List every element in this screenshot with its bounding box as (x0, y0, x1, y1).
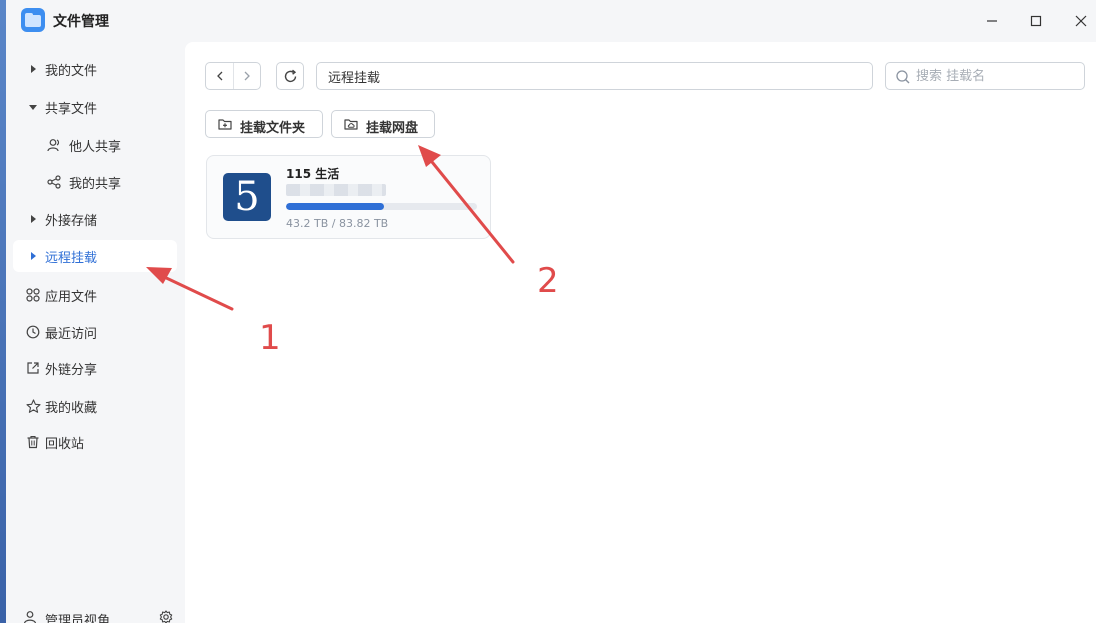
annotation-label-2: 2 (537, 261, 559, 301)
sidebar-item-label: 远程挂载 (45, 250, 98, 266)
app-title: 文件管理 (53, 14, 109, 30)
caret-down-icon (25, 99, 41, 115)
share-icon (46, 174, 62, 190)
sidebar-item-label: 他人共享 (69, 139, 122, 155)
search-icon (895, 69, 911, 85)
sidebar-item-favorites[interactable]: 我的收藏 (13, 390, 177, 422)
sidebar-item-external-storage[interactable]: 外接存储 (13, 203, 177, 235)
sidebar-item-remote-mount[interactable]: 远程挂载 (13, 240, 177, 272)
sidebar-item-link-share[interactable]: 外链分享 (13, 352, 177, 384)
chevron-right-icon (244, 71, 250, 81)
external-link-icon (25, 360, 41, 376)
chevron-left-icon (216, 71, 222, 81)
sidebar-footer: 管理员视角 (13, 605, 177, 623)
sidebar-item-label: 外链分享 (45, 362, 98, 378)
minimize-button[interactable] (977, 6, 1007, 36)
sidebar-item-label: 外接存储 (45, 213, 98, 229)
title-bar: 文件管理 (6, 0, 1096, 42)
sidebar-item-label: 共享文件 (45, 101, 98, 117)
sidebar-item-shared-with-me[interactable]: 他人共享 (13, 129, 177, 161)
folder-cloud-icon (344, 117, 358, 131)
sidebar-item-shared-files[interactable]: 共享文件 (13, 91, 177, 123)
sidebar-item-label: 应用文件 (45, 289, 98, 305)
admin-user-icon (23, 610, 37, 623)
maximize-icon (1030, 15, 1042, 27)
sidebar-item-label: 回收站 (45, 436, 85, 452)
close-icon (1075, 15, 1087, 27)
redacted-account (286, 184, 386, 196)
search-input[interactable] (916, 66, 1076, 86)
mount-name: 115 生活 (286, 167, 340, 181)
folder-app-icon (21, 8, 45, 32)
search-box (885, 62, 1085, 90)
sidebar-item-my-shares[interactable]: 我的共享 (13, 166, 177, 198)
sidebar-item-label: 最近访问 (45, 326, 98, 342)
minimize-icon (987, 20, 997, 22)
sidebar-item-label: 我的共享 (69, 176, 122, 192)
main-panel: 远程挂载 挂载文件夹 挂载网盘 5 115 生活 43.2 TB / 83.82… (185, 42, 1096, 623)
storage-usage-fill (286, 203, 385, 210)
mount-card-115[interactable]: 5 115 生活 43.2 TB / 83.82 TB (206, 155, 491, 239)
gear-icon[interactable] (159, 610, 173, 623)
mount-cloud-drive-button[interactable]: 挂载网盘 (331, 110, 435, 138)
folder-plus-icon (218, 117, 232, 131)
path-bar[interactable]: 远程挂载 (316, 62, 873, 90)
maximize-button[interactable] (1021, 6, 1051, 36)
mount-folder-button[interactable]: 挂载文件夹 (205, 110, 323, 138)
sidebar-item-label: 我的收藏 (45, 400, 98, 416)
caret-right-icon (25, 248, 41, 264)
service-logo: 5 (223, 173, 271, 221)
storage-usage-bar (286, 203, 477, 210)
annotation-label-1: 1 (259, 318, 281, 358)
sidebar-item-my-files[interactable]: 我的文件 (13, 53, 177, 85)
caret-right-icon (25, 61, 41, 77)
clock-icon (25, 324, 41, 340)
back-button[interactable] (206, 63, 233, 89)
current-path: 远程挂载 (328, 70, 381, 86)
close-button[interactable] (1066, 6, 1096, 36)
star-icon (25, 398, 41, 414)
file-manager-window: 文件管理 我的文件 共享文件 他人共享 我的共享 外接存储 远程挂载 应用文件 … (6, 0, 1096, 623)
sidebar-item-label: 我的文件 (45, 63, 98, 79)
trash-icon (25, 434, 41, 450)
mount-cloud-drive-label: 挂载网盘 (366, 121, 419, 136)
sidebar-item-app-files[interactable]: 应用文件 (13, 279, 177, 311)
forward-button[interactable] (233, 63, 260, 89)
refresh-icon (284, 69, 296, 82)
user-icon (46, 137, 62, 153)
storage-usage-text: 43.2 TB / 83.82 TB (286, 217, 389, 230)
admin-view-label[interactable]: 管理员视角 (45, 610, 110, 623)
sidebar: 我的文件 共享文件 他人共享 我的共享 外接存储 远程挂载 应用文件 最近访问 (6, 42, 185, 623)
history-nav (205, 62, 261, 90)
apps-grid-icon (25, 287, 41, 303)
caret-right-icon (25, 211, 41, 227)
sidebar-item-recent[interactable]: 最近访问 (13, 316, 177, 348)
mount-folder-label: 挂载文件夹 (240, 121, 306, 136)
refresh-button[interactable] (276, 62, 304, 90)
sidebar-item-trash[interactable]: 回收站 (13, 426, 177, 458)
